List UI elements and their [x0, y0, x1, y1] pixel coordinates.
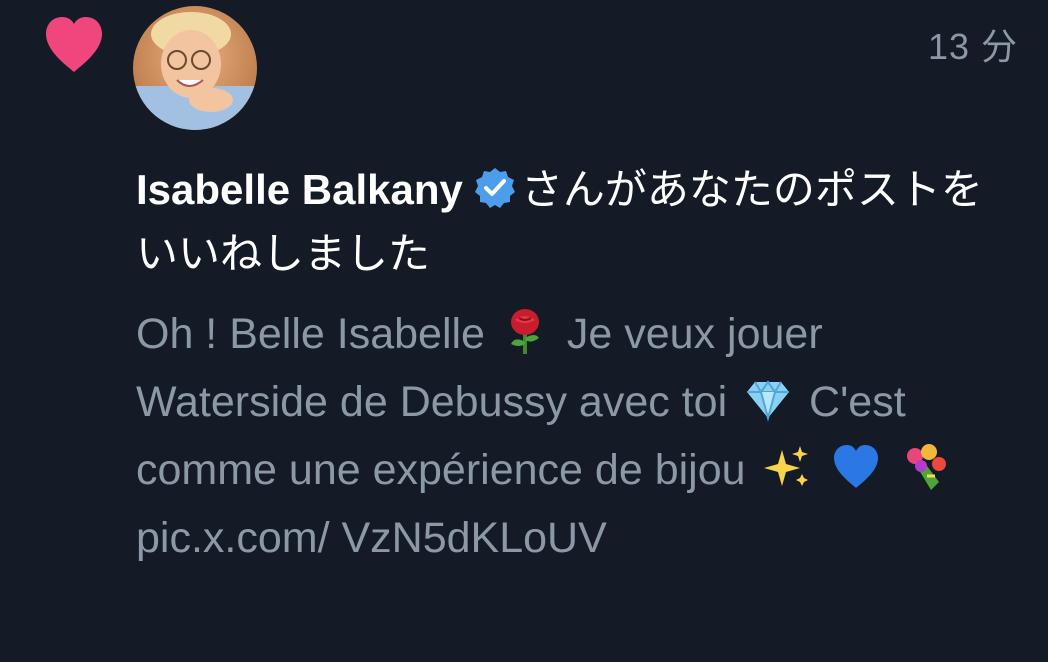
rose-emoji-icon — [501, 306, 551, 356]
sparkles-emoji-icon — [762, 442, 812, 492]
gem-emoji-icon — [743, 374, 793, 424]
post-text-segment: Oh ! Belle Isabelle — [136, 310, 485, 358]
post-text[interactable]: Oh ! Belle Isabelle Je veux jouer Waters… — [136, 300, 1026, 572]
like-notification[interactable]: 13 分 Isabelle Balkany さんがあなたのポストをいいねしました… — [0, 0, 1048, 662]
notification-headline: Isabelle Balkany さんがあなたのポストをいいねしました — [136, 158, 1016, 286]
blue-heart-emoji-icon — [831, 442, 881, 492]
bouquet-emoji-icon — [901, 442, 951, 492]
timestamp: 13 分 — [927, 26, 1018, 67]
pic-link[interactable]: pic.x.com/ VzN5dKLoUV — [136, 514, 607, 562]
avatar[interactable] — [133, 6, 257, 130]
verified-badge-icon — [473, 164, 517, 208]
heart-icon — [42, 14, 106, 74]
user-name[interactable]: Isabelle Balkany — [136, 166, 463, 213]
